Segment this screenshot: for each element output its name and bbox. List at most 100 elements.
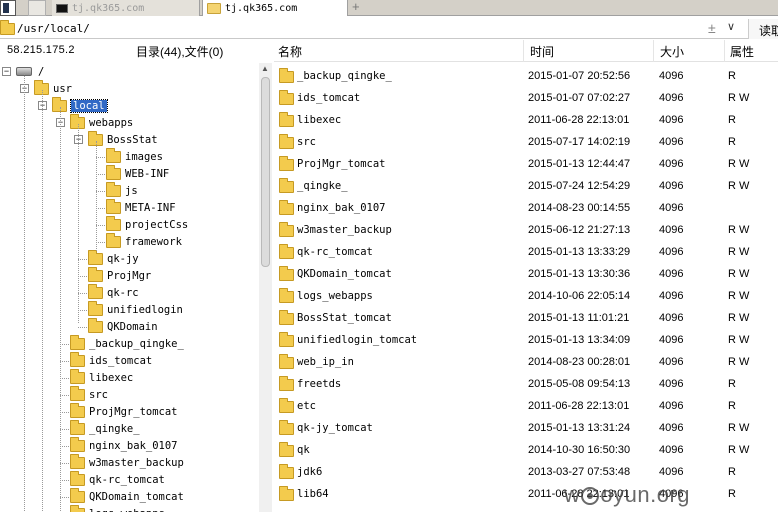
folder-icon — [70, 351, 85, 367]
tree-item[interactable]: qk-rc_tomcat — [70, 470, 165, 488]
column-divider[interactable] — [523, 40, 524, 62]
tree-item[interactable]: qk-rc — [88, 283, 139, 301]
list-row[interactable]: nginx_bak_0107 2014-08-23 00:14:55 4096 — [274, 197, 778, 219]
row-size: 4096 — [659, 422, 684, 434]
tree-item[interactable]: _qingke_ — [70, 419, 140, 437]
folder-icon — [70, 402, 85, 418]
tree-connector — [60, 429, 69, 430]
column-divider[interactable] — [653, 40, 654, 62]
list-row[interactable]: lib64 2011-06-28 22:13:01 4096 R — [274, 483, 778, 505]
list-row[interactable]: src 2015-07-17 14:02:19 4096 R — [274, 131, 778, 153]
column-attr[interactable]: 属性 — [726, 43, 754, 60]
tree-item[interactable]: images — [106, 147, 163, 165]
row-attr: R W — [728, 180, 750, 192]
list-row[interactable]: libexec 2011-06-28 22:13:01 4096 R — [274, 109, 778, 131]
row-time: 2015-01-13 13:34:09 — [528, 334, 631, 346]
scrollbar-thumb[interactable] — [261, 77, 270, 267]
monitor-icon — [56, 3, 68, 13]
list-row[interactable]: _backup_qingke_ 2015-01-07 20:52:56 4096 R — [274, 65, 778, 87]
watermark-text: w — [564, 482, 581, 507]
row-attr: R W — [728, 422, 750, 434]
tree-connector — [78, 327, 87, 328]
folder-icon — [106, 164, 121, 180]
tree-item[interactable]: nginx_bak_0107 — [70, 436, 178, 454]
tab-blank[interactable] — [28, 0, 46, 16]
tree-label: js — [125, 184, 138, 197]
folder-icon — [106, 232, 121, 248]
folder-icon — [279, 68, 294, 83]
tree-label: ids_tomcat — [89, 354, 153, 367]
list-row[interactable]: QKDomain_tomcat 2015-01-13 13:30:36 4096 R … — [274, 263, 778, 285]
list-row[interactable]: BossStat_tomcat 2015-01-13 11:01:21 4096 R … — [274, 307, 778, 329]
folder-icon — [279, 112, 294, 127]
list-row[interactable]: unifiedlogin_tomcat 2015-01-13 13:34:09 40… — [274, 329, 778, 351]
read-button[interactable]: 读取 — [748, 19, 778, 39]
list-row[interactable]: _qingke_ 2015-07-24 12:54:29 4096 R W — [274, 175, 778, 197]
list-row[interactable]: w3master_backup 2015-06-12 21:27:13 4096 R … — [274, 219, 778, 241]
plus-minus-icon[interactable]: ± — [708, 20, 716, 36]
list-row[interactable]: freetds 2015-05-08 09:54:13 4096 R — [274, 373, 778, 395]
tree-item[interactable]: js — [106, 181, 138, 199]
scroll-up-icon[interactable]: ▲ — [261, 64, 269, 73]
tab-inactive[interactable]: tj.qk365.com — [52, 0, 200, 16]
list-row[interactable]: etc 2011-06-28 22:13:01 4096 R — [274, 395, 778, 417]
tree-item[interactable]: framework — [106, 232, 182, 250]
row-size: 4096 — [659, 334, 684, 346]
list-row[interactable]: qk 2014-10-30 16:50:30 4096 R W — [274, 439, 778, 461]
column-size[interactable]: 大小 — [656, 43, 684, 60]
tree-item[interactable]: ProjMgr — [88, 266, 151, 284]
tree-item[interactable]: QKDomain — [88, 317, 158, 335]
tree-item[interactable]: ProjMgr_tomcat — [70, 402, 178, 420]
tree-item[interactable]: META-INF — [106, 198, 176, 216]
folder-icon — [279, 442, 294, 457]
tree-webapps[interactable]: − webapps — [56, 113, 133, 131]
list-row[interactable]: qk-rc_tomcat 2015-01-13 13:33:29 4096 R W — [274, 241, 778, 263]
collapse-icon[interactable]: − — [2, 67, 11, 76]
list-header: 名称 时间 大小 属性 — [274, 40, 778, 62]
tree-label: QKDomain — [107, 320, 158, 333]
tree-label: images — [125, 150, 163, 163]
tree-usr[interactable]: − usr — [20, 79, 72, 97]
tree-item[interactable]: ids_tomcat — [70, 351, 153, 369]
tab-active[interactable]: tj.qk365.com — [202, 0, 348, 16]
list-row[interactable]: web_ip_in 2014-08-23 00:28:01 4096 R W — [274, 351, 778, 373]
tree-item[interactable]: WEB-INF — [106, 164, 169, 182]
row-time: 2013-03-27 07:53:48 — [528, 466, 631, 478]
tree-label: _qingke_ — [89, 422, 140, 435]
tree-scrollbar[interactable]: ▲ — [259, 63, 272, 512]
tree-item[interactable]: libexec — [70, 368, 133, 386]
folder-icon — [88, 317, 103, 333]
folder-icon — [279, 178, 294, 193]
column-name[interactable]: 名称 — [274, 43, 302, 60]
folder-icon — [279, 266, 294, 281]
tree-connector — [96, 191, 105, 192]
tree-item[interactable]: logs_webapps — [70, 504, 165, 512]
tree-item[interactable]: _backup_qingke_ — [70, 334, 184, 352]
tree-label: ProjMgr_tomcat — [89, 405, 178, 418]
tree-item[interactable]: projectCss — [106, 215, 188, 233]
list-row[interactable]: qk-jy_tomcat 2015-01-13 13:31:24 4096 R W — [274, 417, 778, 439]
tree-item[interactable]: qk-jy — [88, 249, 139, 267]
tree-local[interactable]: − local — [38, 96, 108, 114]
folder-icon — [279, 420, 294, 435]
folder-icon — [279, 376, 294, 391]
list-row[interactable]: ProjMgr_tomcat 2015-01-13 12:44:47 4096 R W — [274, 153, 778, 175]
row-name: etc — [297, 400, 316, 412]
tree-item[interactable]: src — [70, 385, 108, 403]
path-input[interactable]: /usr/local/ — [17, 22, 90, 35]
tree-item[interactable]: QKDomain_tomcat — [70, 487, 184, 505]
row-time: 2015-01-13 12:44:47 — [528, 158, 631, 170]
chevron-down-icon[interactable]: ∨ — [727, 20, 735, 33]
new-tab-button[interactable]: + — [352, 0, 360, 14]
tree-item[interactable]: w3master_backup — [70, 453, 184, 471]
column-time[interactable]: 时间 — [526, 43, 554, 60]
folder-icon — [279, 332, 294, 347]
tree-item[interactable]: unifiedlogin — [88, 300, 183, 318]
column-divider[interactable] — [724, 40, 725, 62]
row-attr: R — [728, 70, 736, 82]
folder-icon — [279, 90, 294, 105]
list-row[interactable]: jdk6 2013-03-27 07:53:48 4096 R — [274, 461, 778, 483]
list-row[interactable]: ids_tomcat 2015-01-07 07:02:27 4096 R W — [274, 87, 778, 109]
tree-bossstat[interactable]: − BossStat — [74, 130, 158, 148]
list-row[interactable]: logs_webapps 2014-10-06 22:05:14 4096 R W — [274, 285, 778, 307]
